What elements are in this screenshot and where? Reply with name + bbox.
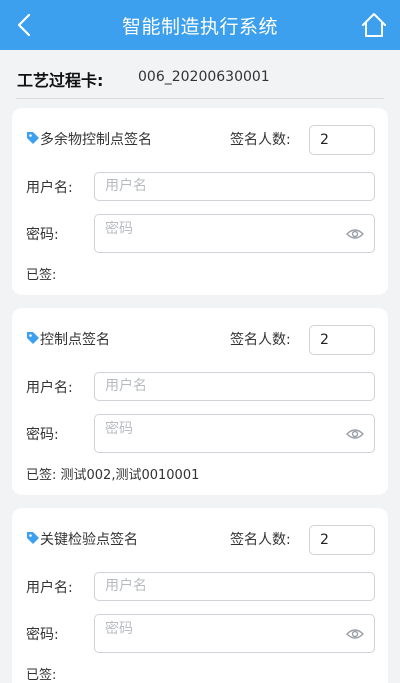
sign-card-title: 控制点签名	[40, 332, 110, 348]
password-placeholder: 密码	[105, 421, 133, 437]
signed-list: 已签:	[26, 668, 57, 683]
username-label: 用户名:	[26, 380, 73, 396]
username-label: 用户名:	[26, 580, 73, 596]
password-label: 密码:	[26, 627, 59, 643]
signed-list: 已签:	[26, 268, 57, 283]
divider	[16, 98, 384, 99]
tag-icon	[27, 132, 39, 144]
username-input[interactable]: 用户名	[94, 572, 375, 601]
password-input[interactable]: 密码	[94, 414, 375, 453]
page-title: 智能制造执行系统	[121, 15, 278, 38]
eye-icon[interactable]	[346, 425, 364, 443]
sign-card-title: 关键检验点签名	[40, 532, 138, 548]
password-placeholder: 密码	[105, 621, 133, 637]
process-card-label: 工艺过程卡:	[17, 71, 104, 90]
home-button[interactable]	[360, 11, 388, 39]
sign-count-label: 签名人数:	[230, 132, 291, 148]
sign-card-title: 多余物控制点签名	[40, 132, 152, 148]
sign-card: 关键检验点签名 签名人数: 2 用户名: 用户名 密码: 密码 已签:	[12, 508, 388, 683]
username-label: 用户名:	[26, 180, 73, 196]
username-input[interactable]: 用户名	[94, 172, 375, 201]
sign-card: 控制点签名 签名人数: 2 用户名: 用户名 密码: 密码 已签: 测试002,…	[12, 308, 388, 495]
sign-count-input[interactable]: 2	[309, 325, 375, 355]
signed-list: 已签: 测试002,测试0010001	[26, 468, 200, 483]
back-button[interactable]	[12, 11, 36, 39]
sign-count-input[interactable]: 2	[309, 525, 375, 555]
home-icon	[362, 13, 386, 37]
password-input[interactable]: 密码	[94, 214, 375, 253]
sign-card: 多余物控制点签名 签名人数: 2 用户名: 用户名 密码: 密码 已签:	[12, 108, 388, 295]
username-input[interactable]: 用户名	[94, 372, 375, 401]
sign-count-input[interactable]: 2	[309, 125, 375, 155]
password-label: 密码:	[26, 227, 59, 243]
password-input[interactable]: 密码	[94, 614, 375, 653]
process-card-header: 工艺过程卡: 006_20200630001	[0, 50, 400, 100]
tag-icon	[27, 332, 39, 344]
sign-count-label: 签名人数:	[230, 332, 291, 348]
process-card-value: 006_20200630001	[138, 69, 270, 85]
sign-count-label: 签名人数:	[230, 532, 291, 548]
tag-icon	[27, 532, 39, 544]
eye-icon[interactable]	[346, 225, 364, 243]
app-header: 智能制造执行系统	[0, 0, 400, 50]
password-label: 密码:	[26, 427, 59, 443]
chevron-left-icon	[17, 13, 31, 37]
password-placeholder: 密码	[105, 221, 133, 237]
eye-icon[interactable]	[346, 625, 364, 643]
